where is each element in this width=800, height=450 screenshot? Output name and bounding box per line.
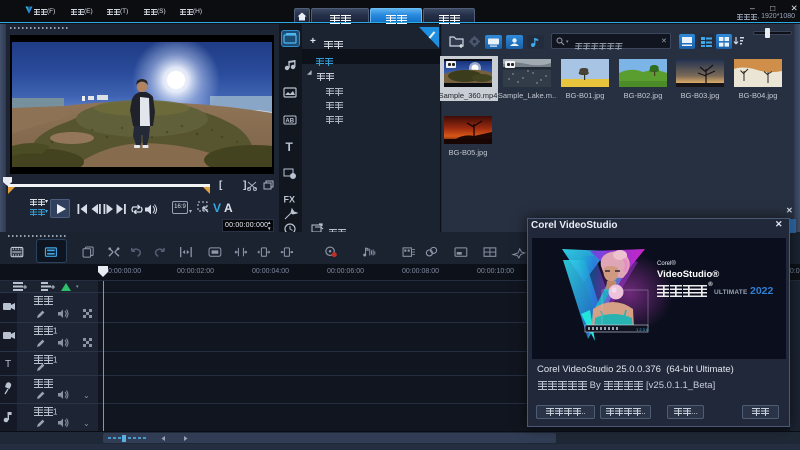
svg-text:FX: FX [284, 195, 296, 205]
svg-text:1 2 3 6: 1 2 3 6 [636, 327, 649, 332]
svg-text:T: T [5, 359, 11, 370]
svg-text:VideoStudio®: VideoStudio® [657, 269, 719, 280]
svg-text:Corel®: Corel® [657, 260, 676, 267]
svg-text:T: T [286, 140, 294, 154]
svg-text:AB: AB [285, 119, 294, 125]
